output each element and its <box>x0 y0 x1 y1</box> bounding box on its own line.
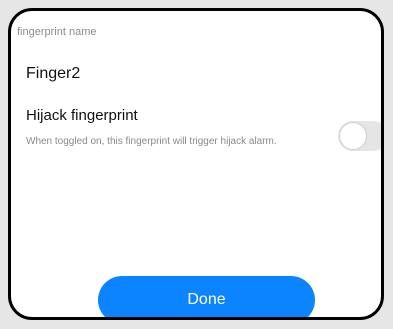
hijack-fingerprint-toggle[interactable] <box>338 121 381 151</box>
done-button[interactable]: Done <box>98 276 315 317</box>
fingerprint-dialog: fingerprint name Hijack fingerprint When… <box>8 8 384 320</box>
toggle-knob <box>339 122 367 150</box>
hijack-fingerprint-title: Hijack fingerprint <box>26 107 138 124</box>
fingerprint-name-label: fingerprint name <box>17 26 97 38</box>
fingerprint-name-input[interactable] <box>26 59 326 89</box>
hijack-fingerprint-description: When toggled on, this fingerprint will t… <box>26 136 277 147</box>
